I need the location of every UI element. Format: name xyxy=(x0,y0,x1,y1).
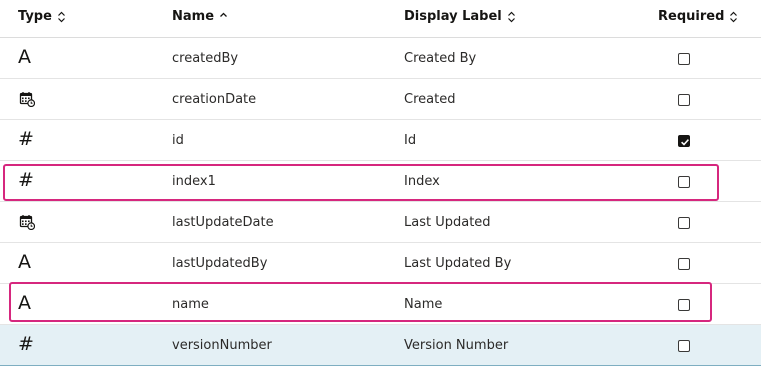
field-name: lastUpdateDate xyxy=(172,215,274,230)
type-glyph: # xyxy=(18,169,34,191)
column-header-name[interactable]: Name xyxy=(172,0,228,37)
datetime-type-icon xyxy=(19,91,41,113)
text-type-icon: A xyxy=(18,293,40,315)
number-type-icon: # xyxy=(18,129,40,151)
number-type-icon: # xyxy=(18,170,40,192)
field-name: createdBy xyxy=(172,51,239,66)
table-row[interactable]: creationDate Created xyxy=(0,79,761,120)
required-checkbox[interactable] xyxy=(678,53,690,65)
text-type-icon: A xyxy=(18,47,40,69)
type-glyph: # xyxy=(18,128,34,150)
table-row[interactable]: # id Id xyxy=(0,120,761,161)
table-body: AcreatedBy Created By creationDate Created #… xyxy=(0,38,761,366)
column-header-type-label: Type xyxy=(18,9,52,24)
required-checkbox[interactable] xyxy=(678,217,690,229)
type-glyph: # xyxy=(18,333,34,355)
sort-unsorted-icon[interactable] xyxy=(57,11,66,23)
table-row[interactable]: # index1 Index xyxy=(0,161,761,202)
field-name: creationDate xyxy=(172,92,257,107)
column-header-display-label-label: Display Label xyxy=(404,9,502,24)
column-header-type[interactable]: Type xyxy=(18,0,66,37)
field-display-label: Last Updated xyxy=(404,215,491,230)
sort-unsorted-icon[interactable] xyxy=(729,11,738,23)
column-header-required-label: Required xyxy=(658,9,725,24)
column-header-name-label: Name xyxy=(172,9,215,24)
field-display-label: Created By xyxy=(404,51,477,66)
field-name: index1 xyxy=(172,174,216,189)
text-type-icon: A xyxy=(18,252,40,274)
table-row[interactable]: Aname Name xyxy=(0,284,761,325)
required-checkbox[interactable] xyxy=(678,94,690,106)
field-display-label: Created xyxy=(404,92,456,107)
sort-unsorted-icon[interactable] xyxy=(507,11,516,23)
field-name: name xyxy=(172,297,209,312)
field-display-label: Last Updated By xyxy=(404,256,512,271)
table-row[interactable]: lastUpdateDate Last Updated xyxy=(0,202,761,243)
field-display-label: Index xyxy=(404,174,440,189)
field-display-label: Id xyxy=(404,133,417,148)
datetime-type-icon xyxy=(19,214,41,236)
field-name: versionNumber xyxy=(172,338,272,353)
table-header: Type Name Display Label Required xyxy=(0,0,761,38)
number-type-icon: # xyxy=(18,334,40,356)
table-row[interactable]: AlastUpdatedBy Last Updated By xyxy=(0,243,761,284)
sort-ascending-icon[interactable] xyxy=(219,11,228,23)
type-glyph: A xyxy=(18,251,31,273)
type-glyph: A xyxy=(18,292,31,314)
field-name: lastUpdatedBy xyxy=(172,256,268,271)
required-checkbox[interactable] xyxy=(678,176,690,188)
field-name: id xyxy=(172,133,184,148)
fields-table: Type Name Display Label Required Acreate… xyxy=(0,0,761,366)
column-header-required[interactable]: Required xyxy=(658,0,738,37)
field-display-label: Name xyxy=(404,297,443,312)
required-checkbox[interactable] xyxy=(678,340,690,352)
required-checkbox[interactable] xyxy=(678,299,690,311)
column-header-display-label[interactable]: Display Label xyxy=(404,0,516,37)
type-glyph: A xyxy=(18,46,31,68)
table-row[interactable]: AcreatedBy Created By xyxy=(0,38,761,79)
field-display-label: Version Number xyxy=(404,338,509,353)
required-checkbox[interactable] xyxy=(678,135,690,147)
table-row[interactable]: # versionNumber Version Number xyxy=(0,325,761,366)
required-checkbox[interactable] xyxy=(678,258,690,270)
